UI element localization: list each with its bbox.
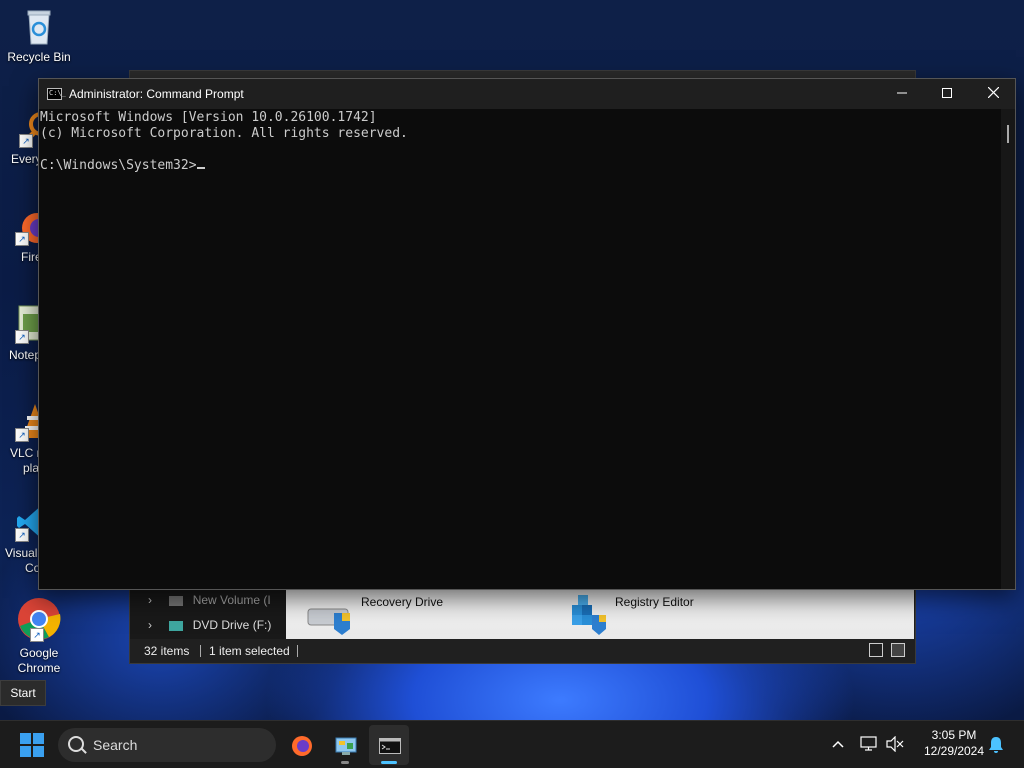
- tiles-view-icon[interactable]: [891, 643, 905, 657]
- clock-time: 3:05 PM: [931, 728, 977, 742]
- nav-item-dvd-drive[interactable]: › DVD Drive (F:): [148, 618, 271, 632]
- nav-item-new-volume[interactable]: › New Volume (I: [148, 593, 271, 607]
- shortcut-arrow-icon: ↗: [19, 134, 33, 148]
- firefox-icon: [292, 736, 312, 756]
- shortcut-arrow-icon: ↗: [15, 528, 29, 542]
- nav-item-label: DVD Drive (F:): [192, 618, 272, 632]
- shortcut-arrow-icon: ↗: [15, 232, 29, 246]
- drive-icon: [169, 595, 184, 606]
- vertical-scrollbar[interactable]: [1001, 109, 1015, 589]
- start-tooltip: Start: [0, 680, 46, 706]
- taskbar-search-box[interactable]: Search: [58, 728, 276, 762]
- chevron-right-icon[interactable]: ›: [148, 618, 162, 632]
- clock-date: 12/29/2024: [923, 744, 985, 758]
- desktop-icon-chrome[interactable]: ↗ Google Chrome: [1, 596, 77, 676]
- registry-editor-icon: [568, 591, 616, 635]
- text-cursor: [196, 167, 205, 169]
- item-count: 32 items: [144, 644, 190, 658]
- command-prompt-icon: C:\_: [47, 88, 66, 100]
- volume-muted-icon[interactable]: [886, 736, 904, 752]
- maximize-icon: [942, 88, 952, 98]
- explorer-statusbar: 32 items 1 item selected: [130, 639, 915, 663]
- chrome-icon: ↗: [16, 596, 62, 642]
- start-button[interactable]: [20, 733, 44, 757]
- details-view-icon[interactable]: [869, 643, 883, 657]
- explorer-content: Recovery Drive Registry Editor: [286, 589, 914, 639]
- item-label: Recovery Drive: [361, 595, 444, 609]
- nav-item-label: New Volume (I: [192, 593, 271, 607]
- minimize-button[interactable]: [879, 79, 925, 109]
- command-prompt-icon: [379, 738, 401, 754]
- chevron-right-icon[interactable]: ›: [148, 593, 162, 607]
- recycle-bin-icon: [19, 6, 59, 46]
- notification-bell-icon[interactable]: [988, 736, 1004, 754]
- shortcut-arrow-icon: ↗: [30, 628, 44, 642]
- recovery-drive-icon: [306, 599, 354, 639]
- desktop-icon-recycle-bin[interactable]: Recycle Bin: [1, 6, 77, 65]
- console-prompt-line[interactable]: C:\Windows\System32>: [40, 158, 1002, 174]
- window-title: Administrator: Command Prompt: [69, 87, 244, 101]
- command-prompt-window[interactable]: C:\_ Administrator: Command Prompt Micro…: [38, 78, 1016, 590]
- windows-logo-tile: [20, 746, 31, 757]
- console-output[interactable]: Microsoft Windows [Version 10.0.26100.17…: [39, 109, 1002, 590]
- control-panel-icon: [335, 737, 357, 755]
- console-prompt: C:\Windows\System32>: [40, 158, 197, 173]
- desktop-icon-label: Chrome: [17, 661, 61, 675]
- taskbar-clock[interactable]: 3:05 PM 12/29/2024: [910, 727, 998, 759]
- search-icon: [68, 736, 84, 752]
- maximize-button[interactable]: [924, 79, 970, 109]
- chevron-up-icon[interactable]: [832, 740, 844, 748]
- desktop-icon-label: Google: [19, 646, 59, 660]
- taskbar-app-firefox[interactable]: [281, 725, 321, 765]
- console-line: (c) Microsoft Corporation. All rights re…: [40, 126, 408, 141]
- taskbar: Search 3:05 PM 12/29/2024: [0, 720, 1024, 768]
- status-separator: [200, 645, 201, 657]
- windows-logo-tile: [33, 733, 44, 744]
- scrollbar-thumb[interactable]: [1007, 125, 1009, 143]
- item-label: Registry Editor: [615, 595, 694, 609]
- status-separator: [297, 645, 298, 657]
- windows-logo-icon: [20, 733, 31, 744]
- desktop-icon-label: Recycle Bin: [7, 50, 71, 64]
- search-label: Search: [93, 737, 138, 753]
- dvd-drive-icon: [169, 620, 184, 631]
- console-line: Microsoft Windows [Version 10.0.26100.17…: [40, 110, 377, 125]
- cmd-titlebar[interactable]: C:\_ Administrator: Command Prompt: [39, 79, 1015, 109]
- explorer-nav-pane: › New Volume (I › DVD Drive (F:): [130, 586, 286, 639]
- taskbar-app-control-panel[interactable]: [325, 725, 365, 765]
- running-indicator: [341, 761, 349, 764]
- network-icon[interactable]: [860, 736, 878, 752]
- list-item-recovery-drive[interactable]: Recovery Drive: [306, 591, 506, 637]
- minimize-icon: [897, 92, 907, 94]
- selection-count: 1 item selected: [209, 644, 290, 658]
- shortcut-arrow-icon: ↗: [15, 428, 29, 442]
- taskbar-app-command-prompt[interactable]: [369, 725, 409, 765]
- windows-logo-tile: [33, 746, 44, 757]
- close-icon: [987, 86, 999, 99]
- close-button[interactable]: [970, 79, 1016, 109]
- active-indicator: [381, 761, 397, 764]
- shortcut-arrow-icon: ↗: [15, 330, 29, 344]
- list-item-registry-editor[interactable]: Registry Editor: [568, 591, 768, 637]
